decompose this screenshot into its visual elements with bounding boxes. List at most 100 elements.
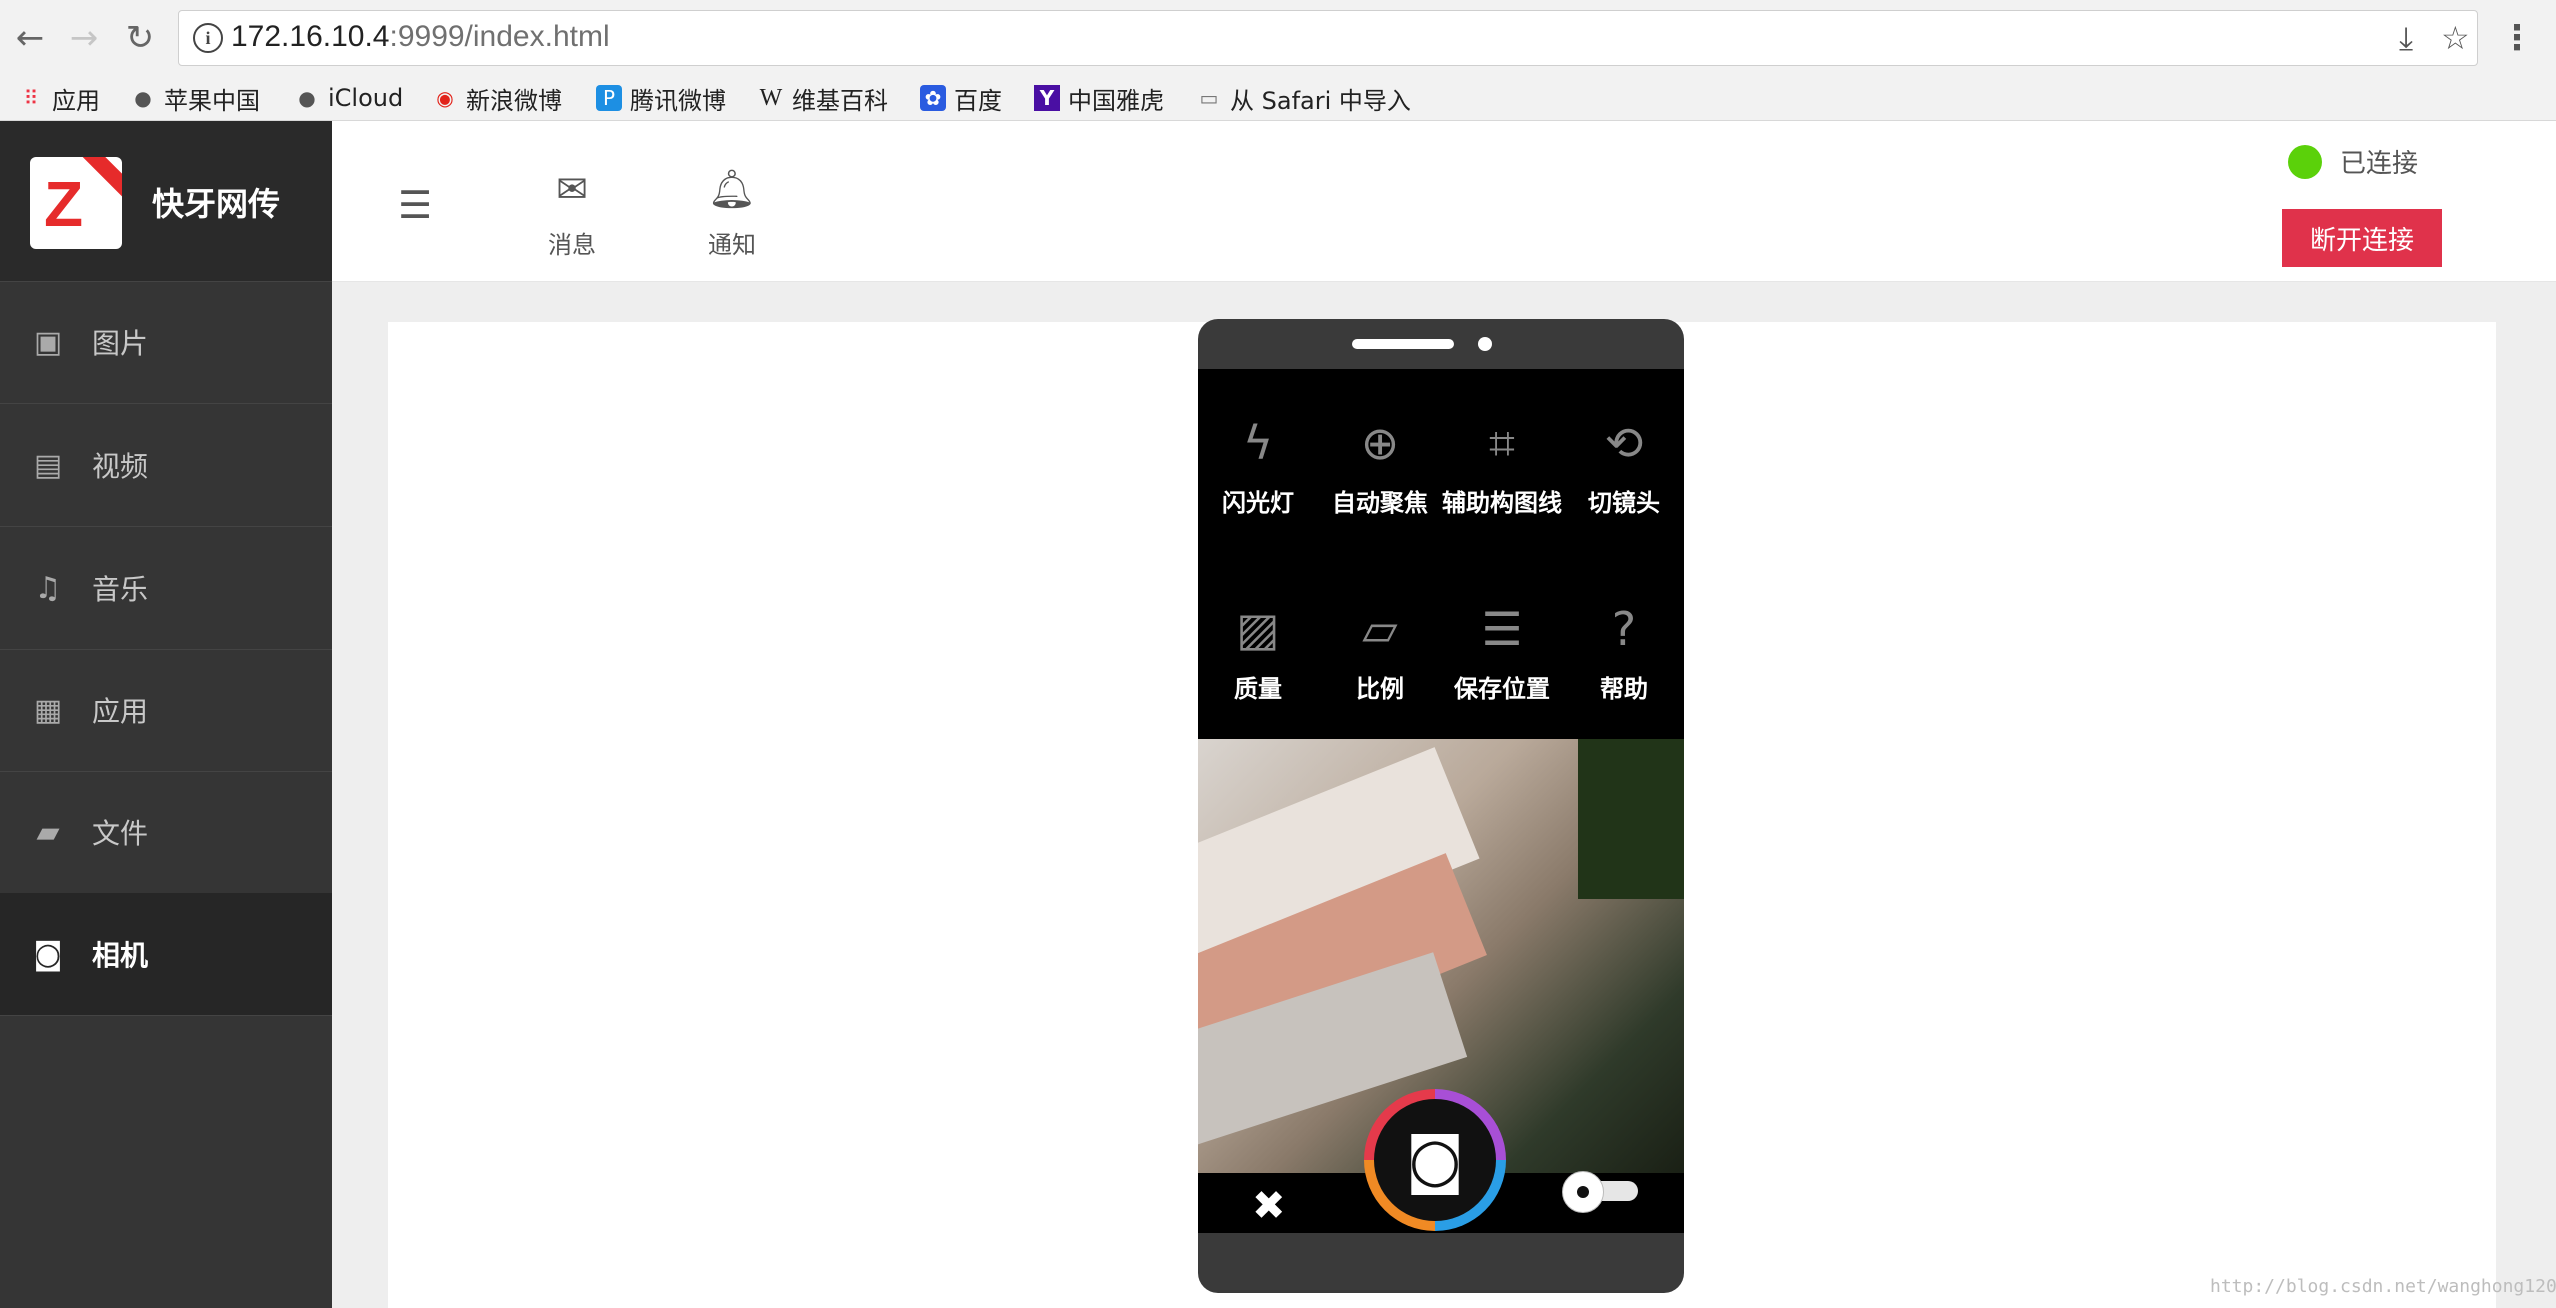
document-icon: ☰ bbox=[1481, 602, 1523, 656]
help-icon: ? bbox=[1611, 602, 1637, 656]
bookmark-wikipedia[interactable]: W 维基百科 bbox=[758, 76, 888, 120]
mode-toggle[interactable] bbox=[1562, 1171, 1638, 1213]
brand: Z 快牙网传 bbox=[0, 121, 332, 282]
status-dot-icon bbox=[2288, 144, 2322, 179]
sidebar-item-label: 应用 bbox=[92, 695, 149, 728]
setting-help[interactable]: ? 帮助 bbox=[1564, 601, 1684, 704]
status-text: 已连接 bbox=[2340, 149, 2419, 179]
toggle-knob[interactable] bbox=[1562, 1171, 1604, 1213]
tencent-weibo-icon: P bbox=[596, 85, 622, 111]
setting-label: 帮助 bbox=[1600, 675, 1648, 703]
download-icon[interactable]: ⤓ bbox=[2399, 19, 2413, 58]
address-bar[interactable]: i 172.16.10.4:9999/index.html ⤓ ☆ bbox=[178, 10, 2478, 66]
bookmark-label: 中国雅虎 bbox=[1068, 86, 1164, 115]
grid-icon: ▦ bbox=[33, 692, 63, 728]
focus-icon: ⊕ bbox=[1360, 416, 1400, 470]
setting-label: 闪光灯 bbox=[1222, 489, 1294, 517]
setting-ratio[interactable]: ▱ 比例 bbox=[1320, 601, 1440, 704]
film-icon: ▤ bbox=[33, 447, 63, 483]
star-icon[interactable]: ☆ bbox=[2441, 19, 2470, 57]
browser-menu-icon[interactable]: ⋮ bbox=[2500, 14, 2534, 62]
envelope-icon: ✉ bbox=[556, 167, 588, 211]
setting-save-location[interactable]: ☰ 保存位置 bbox=[1442, 601, 1562, 704]
apple-icon: ● bbox=[134, 86, 152, 110]
sidebar-item-label: 相机 bbox=[92, 939, 149, 972]
setting-label: 辅助构图线 bbox=[1442, 489, 1562, 517]
bookmark-label: 维基百科 bbox=[792, 86, 888, 115]
disconnect-button[interactable]: 断开连接 bbox=[2282, 209, 2442, 267]
camera-shutter-icon: ◙ bbox=[1374, 1099, 1496, 1221]
bookmark-icloud[interactable]: ● iCloud bbox=[294, 76, 403, 120]
folder-open-icon: ▰ bbox=[36, 814, 60, 850]
watermark: http://blog.csdn.net/wanghong1208 bbox=[2210, 1276, 2556, 1297]
camera-settings-grid: ϟ 闪光灯 ⊕ 自动聚焦 ⌗ 辅助构图线 ⟲ 切镜头 ▨ 质量 ▱ 比例 ☰ 保存位置 ? 帮助 bbox=[1198, 369, 1684, 739]
bookmark-apps[interactable]: ⠿ 应用 bbox=[18, 76, 100, 120]
yahoo-icon: Y bbox=[1034, 85, 1060, 111]
browser-toolbar: ← → ↻ i 172.16.10.4:9999/index.html ⤓ ☆ … bbox=[0, 0, 2556, 76]
info-icon[interactable]: i bbox=[193, 23, 223, 53]
setting-flash[interactable]: ϟ 闪光灯 bbox=[1198, 415, 1318, 518]
notifications-label: 通知 bbox=[708, 231, 756, 259]
sidebar-item-label: 图片 bbox=[92, 327, 149, 360]
setting-label: 切镜头 bbox=[1588, 489, 1660, 517]
bookmarks-bar: ⠿ 应用 ● 苹果中国 ● iCloud ◉ 新浪微博 P 腾讯微博 W 维基百科 ✿ 百度 … bbox=[0, 76, 2556, 120]
sidebar-item-music[interactable]: ♫ 音乐 bbox=[0, 527, 332, 650]
sidebar-item-label: 文件 bbox=[92, 817, 149, 850]
back-button[interactable]: ← bbox=[4, 12, 56, 64]
apps-grid-icon: ⠿ bbox=[23, 86, 39, 110]
weibo-icon: ◉ bbox=[436, 86, 454, 110]
setting-autofocus[interactable]: ⊕ 自动聚焦 bbox=[1320, 415, 1440, 518]
sidebar-item-label: 视频 bbox=[92, 450, 149, 483]
messages-button[interactable]: ✉ 消息 bbox=[522, 165, 622, 260]
switch-camera-icon: ⟲ bbox=[1604, 416, 1644, 470]
hamburger-menu-icon[interactable]: ☰ bbox=[398, 183, 432, 227]
bookmark-baidu[interactable]: ✿ 百度 bbox=[920, 76, 1002, 120]
sidebar-item-apps[interactable]: ▦ 应用 bbox=[0, 649, 332, 772]
flash-icon: ϟ bbox=[1242, 416, 1274, 470]
shutter-button[interactable]: ◙ bbox=[1364, 1089, 1506, 1231]
setting-label: 质量 bbox=[1234, 675, 1282, 703]
sidebar-item-camera[interactable]: ◙ 相机 bbox=[0, 893, 332, 1016]
setting-grid-lines[interactable]: ⌗ 辅助构图线 bbox=[1442, 415, 1562, 518]
sidebar: Z 快牙网传 ▣ 图片 ▤ 视频 ♫ 音乐 ▦ 应用 ▰ 文件 ◙ 相机 bbox=[0, 121, 332, 1308]
apple-icon: ● bbox=[298, 86, 316, 110]
bell-icon: 🔔︎ bbox=[707, 167, 757, 211]
app-name: 快牙网传 bbox=[152, 185, 281, 223]
bookmark-safari-import[interactable]: ▭ 从 Safari 中导入 bbox=[1196, 76, 1411, 120]
setting-label: 比例 bbox=[1356, 675, 1404, 703]
sidebar-item-label: 音乐 bbox=[92, 573, 149, 606]
bookmark-tencent-weibo[interactable]: P 腾讯微博 bbox=[596, 76, 726, 120]
setting-quality[interactable]: ▨ 质量 bbox=[1198, 601, 1318, 704]
top-header: ☰ ✉ 消息 🔔︎ 通知 已连接 断开连接 bbox=[332, 121, 2556, 282]
url-path: :9999/index.html bbox=[389, 20, 610, 53]
bookmark-label: iCloud bbox=[328, 84, 404, 112]
close-icon[interactable]: ✖ bbox=[1252, 1183, 1286, 1229]
phone-screen: ϟ 闪光灯 ⊕ 自动聚焦 ⌗ 辅助构图线 ⟲ 切镜头 ▨ 质量 ▱ 比例 ☰ 保存位置 ? 帮助… bbox=[1198, 369, 1684, 1233]
sidebar-item-images[interactable]: ▣ 图片 bbox=[0, 281, 332, 404]
setting-switch-camera[interactable]: ⟲ 切镜头 bbox=[1564, 415, 1684, 518]
picture-icon: ▨ bbox=[1236, 602, 1280, 656]
bookmark-label: 百度 bbox=[954, 86, 1002, 115]
logo-z-icon: Z bbox=[44, 168, 84, 240]
sidebar-item-files[interactable]: ▰ 文件 bbox=[0, 771, 332, 894]
bookmark-yahoo-china[interactable]: Y 中国雅虎 bbox=[1034, 76, 1164, 120]
phone-frame: ϟ 闪光灯 ⊕ 自动聚焦 ⌗ 辅助构图线 ⟲ 切镜头 ▨ 质量 ▱ 比例 ☰ 保存位置 ? 帮助… bbox=[1198, 319, 1684, 1293]
setting-label: 保存位置 bbox=[1454, 675, 1550, 703]
forward-button[interactable]: → bbox=[58, 12, 110, 64]
bookmark-label: 应用 bbox=[52, 86, 100, 115]
wikipedia-icon: W bbox=[759, 85, 783, 111]
notifications-button[interactable]: 🔔︎ 通知 bbox=[682, 165, 782, 260]
preview-plant bbox=[1578, 739, 1684, 899]
bookmark-label: 腾讯微博 bbox=[630, 86, 726, 115]
reload-button[interactable]: ↻ bbox=[114, 12, 166, 64]
bookmark-label: 新浪微博 bbox=[466, 86, 562, 115]
logo-ribbon-icon bbox=[82, 157, 122, 197]
sidebar-item-videos[interactable]: ▤ 视频 bbox=[0, 404, 332, 527]
phone-speaker bbox=[1352, 339, 1454, 349]
music-icon: ♫ bbox=[34, 570, 62, 606]
baidu-paw-icon: ✿ bbox=[920, 85, 946, 111]
bookmark-apple-china[interactable]: ● 苹果中国 bbox=[130, 76, 260, 120]
connection-status: 已连接 bbox=[2288, 143, 2418, 180]
url-host: 172.16.10.4 bbox=[231, 20, 390, 53]
bookmark-sina-weibo[interactable]: ◉ 新浪微博 bbox=[432, 76, 562, 120]
